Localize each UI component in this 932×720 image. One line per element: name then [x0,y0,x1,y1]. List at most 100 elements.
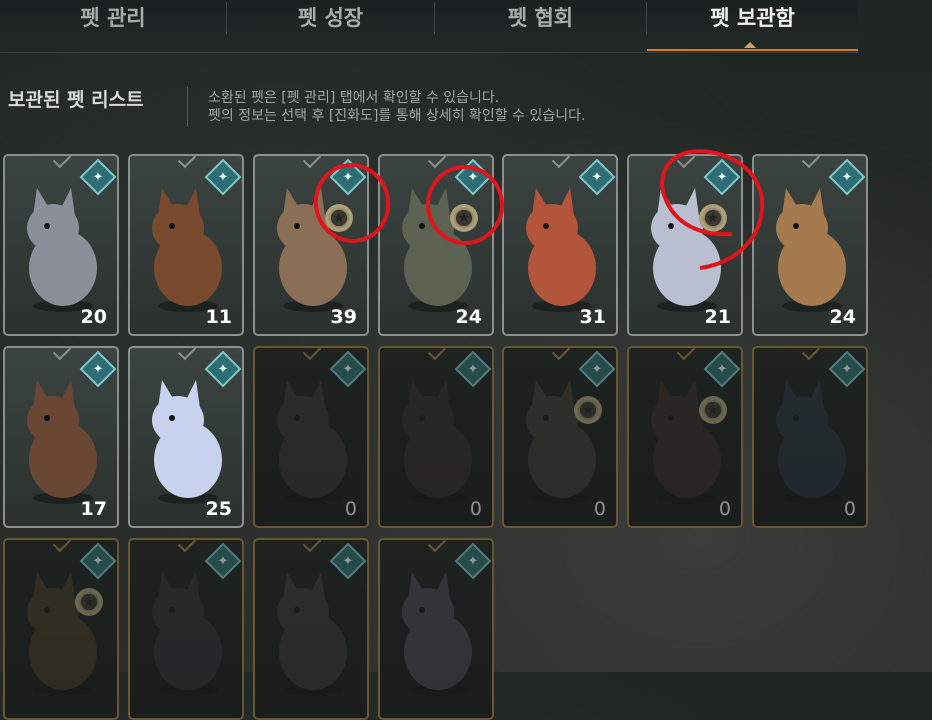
title-divider [187,87,188,127]
paw-glyph: ✦ [217,361,229,377]
star-badge-icon: ★ [699,396,727,424]
pet-count: 24 [455,306,482,328]
paw-glyph: ✦ [716,169,728,185]
paw-glyph: ✦ [92,169,104,185]
pet-count: 0 [843,498,856,520]
pet-card[interactable]: ✦ 11 [128,154,244,336]
pet-card[interactable]: ✦ ★ 24 [378,154,494,336]
paw-glyph: ✦ [467,169,479,185]
paw-glyph: ✦ [342,361,354,377]
paw-glyph: ✦ [92,553,104,569]
pet-card[interactable]: ✦ 20 [3,154,119,336]
pet-count: 17 [80,498,107,520]
description-line-1: 소환된 펫은 [펫 관리] 탭에서 확인할 수 있습니다. [208,90,500,106]
tab-pet-growth[interactable]: 펫 성장 [227,0,434,50]
paw-glyph: ✦ [217,553,229,569]
paw-glyph: ✦ [467,361,479,377]
pet-eye [294,607,300,613]
star-badge-icon: ★ [450,204,478,232]
pet-eye [294,223,300,229]
description-line-2: 펫의 정보는 선택 후 [진화도]를 통해 상세히 확인할 수 있습니다. [208,108,586,124]
pet-head [651,396,703,444]
pet-head [526,204,578,252]
pet-card[interactable]: ✦ ★ 0 [502,346,618,528]
pet-count: 25 [205,498,232,520]
pet-head [402,204,454,252]
pet-head [27,588,79,636]
pet-count: 11 [205,306,232,328]
pet-eye [169,415,175,421]
section-description: 소환된 펫은 [펫 관리] 탭에서 확인할 수 있습니다. 펫의 정보는 선택 … [208,89,585,125]
pet-head [27,204,79,252]
pet-eye [419,223,425,229]
pet-eye [419,607,425,613]
section-title: 보관된 펫 리스트 [8,89,144,111]
pet-card[interactable]: ✦ ★ 0 [627,346,743,528]
pet-count: 39 [330,306,357,328]
pet-card[interactable]: ✦ [378,538,494,720]
pet-head [27,396,79,444]
pet-head [402,588,454,636]
pet-count: 31 [579,306,606,328]
paw-glyph: ✦ [342,553,354,569]
pet-card[interactable]: ✦ 0 [253,346,369,528]
pet-eye [543,415,549,421]
star-badge-icon: ★ [699,204,727,232]
pet-eye [44,607,50,613]
paw-glyph: ✦ [342,169,354,185]
pet-card[interactable]: ✦ [253,538,369,720]
pet-eye [169,223,175,229]
pet-count: 0 [469,498,482,520]
pet-count: 24 [829,306,856,328]
paw-glyph: ✦ [217,169,229,185]
paw-glyph: ✦ [591,361,603,377]
paw-glyph: ✦ [841,361,853,377]
pet-card[interactable]: ✦ ★ [3,538,119,720]
pet-count: 21 [704,306,731,328]
pet-count: 0 [593,498,606,520]
pet-head [152,588,204,636]
paw-glyph: ✦ [716,361,728,377]
active-tab-underline [647,49,858,51]
pet-card[interactable]: ✦ 0 [378,346,494,528]
pet-head [277,396,329,444]
pet-head [277,204,329,252]
star-badge-icon: ★ [325,204,353,232]
pet-eye [543,223,549,229]
pet-eye [169,607,175,613]
pet-head [277,588,329,636]
pet-eye [44,415,50,421]
pet-eye [44,223,50,229]
pet-card[interactable]: ✦ 31 [502,154,618,336]
pet-head [152,204,204,252]
pet-eye [793,415,799,421]
pet-card[interactable]: ✦ 24 [752,154,868,336]
pet-eye [668,415,674,421]
pet-head [651,204,703,252]
pet-card[interactable]: ✦ 0 [752,346,868,528]
paw-glyph: ✦ [591,169,603,185]
paw-glyph: ✦ [841,169,853,185]
pet-eye [793,223,799,229]
pet-card[interactable]: ✦ ★ 21 [627,154,743,336]
pet-head [152,396,204,444]
star-badge-icon: ★ [574,396,602,424]
pet-count: 0 [718,498,731,520]
pet-head [776,204,828,252]
pet-count: 20 [80,306,107,328]
pet-count: 0 [344,498,357,520]
pet-card[interactable]: ✦ 17 [3,346,119,528]
pet-card[interactable]: ✦ [128,538,244,720]
tab-pet-manage[interactable]: 펫 관리 [0,0,226,50]
active-tab-caret-icon [744,42,756,48]
tab-pet-association[interactable]: 펫 협회 [435,0,646,50]
tab-bar: 펫 관리 펫 성장 펫 협회 펫 보관함 [0,0,858,53]
pet-head [402,396,454,444]
pet-eye [668,223,674,229]
pet-head [526,396,578,444]
pet-head [776,396,828,444]
pet-card[interactable]: ✦ ★ 39 [253,154,369,336]
paw-glyph: ✦ [92,361,104,377]
pet-card[interactable]: ✦ 25 [128,346,244,528]
star-badge-icon: ★ [75,588,103,616]
